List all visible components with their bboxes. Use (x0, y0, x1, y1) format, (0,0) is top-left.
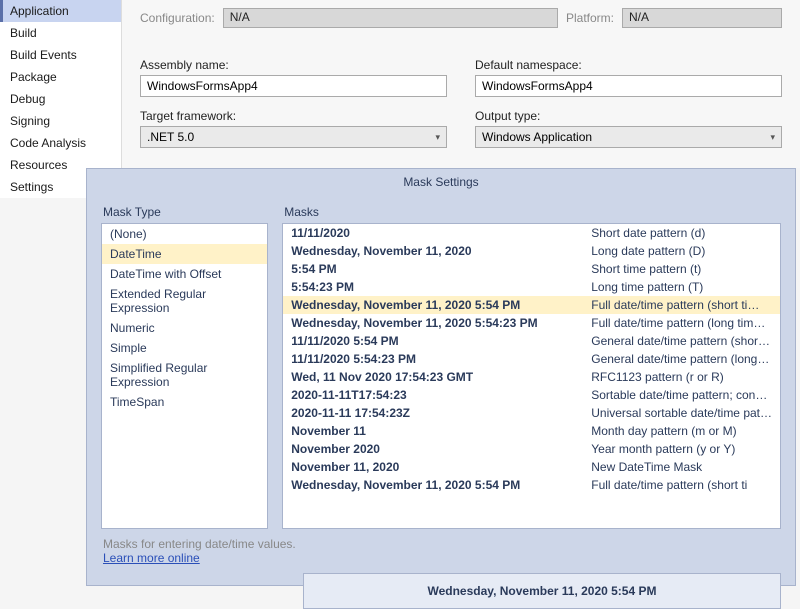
mask-sample: Wednesday, November 11, 2020 5:54 PM (291, 478, 591, 492)
mask-sample: November 11 (291, 424, 591, 438)
help-text: Masks for entering date/time values. (103, 537, 296, 551)
configuration-label: Configuration: (140, 11, 215, 25)
mask-desc: Long time pattern (T) (591, 280, 772, 294)
mask-sample: Wednesday, November 11, 2020 5:54:23 PM (291, 316, 591, 330)
mask-type-item[interactable]: (None) (102, 224, 267, 244)
chevron-down-icon: ▾ (770, 132, 775, 143)
sidebar-item-build-events[interactable]: Build Events (0, 44, 121, 66)
mask-desc: Year month pattern (y or Y) (591, 442, 772, 456)
sidebar-item-debug[interactable]: Debug (0, 88, 121, 110)
target-framework-label: Target framework: (140, 109, 447, 123)
mask-sample: Wednesday, November 11, 2020 5:54 PM (291, 298, 591, 312)
mask-type-header: Mask Type (101, 205, 268, 219)
mask-row[interactable]: November 2020Year month pattern (y or Y) (283, 440, 780, 458)
mask-preview: Wednesday, November 11, 2020 5:54 PM (303, 573, 781, 609)
assembly-name-label: Assembly name: (140, 58, 447, 72)
mask-desc: Full date/time pattern (short ti… (591, 298, 772, 312)
mask-sample: 2020-11-11 17:54:23Z (291, 406, 591, 420)
mask-row[interactable]: 5:54 PMShort time pattern (t) (283, 260, 780, 278)
mask-type-item[interactable]: Simple (102, 338, 267, 358)
mask-desc: General date/time pattern (long… (591, 352, 772, 366)
mask-sample: Wednesday, November 11, 2020 (291, 244, 591, 258)
mask-sample: 5:54 PM (291, 262, 591, 276)
chevron-down-icon: ▾ (435, 132, 440, 143)
mask-row[interactable]: Wednesday, November 11, 2020 5:54 PMFull… (283, 476, 780, 494)
masks-list[interactable]: 11/11/2020Short date pattern (d)Wednesda… (282, 223, 781, 529)
mask-row[interactable]: Wednesday, November 11, 2020Long date pa… (283, 242, 780, 260)
mask-desc: General date/time pattern (shor… (591, 334, 772, 348)
mask-sample: 11/11/2020 (291, 226, 591, 240)
mask-dialog-title: Mask Settings (87, 169, 795, 195)
mask-type-item[interactable]: TimeSpan (102, 392, 267, 412)
mask-desc: New DateTime Mask (591, 460, 772, 474)
mask-row[interactable]: November 11Month day pattern (m or M) (283, 422, 780, 440)
mask-type-item[interactable]: DateTime with Offset (102, 264, 267, 284)
mask-type-item[interactable]: Simplified Regular Expression (102, 358, 267, 392)
mask-desc: RFC1123 pattern (r or R) (591, 370, 772, 384)
mask-desc: Full date/time pattern (long tim… (591, 316, 772, 330)
mask-desc: Month day pattern (m or M) (591, 424, 772, 438)
mask-sample: November 11, 2020 (291, 460, 591, 474)
mask-row[interactable]: 5:54:23 PMLong time pattern (T) (283, 278, 780, 296)
mask-desc: Short time pattern (t) (591, 262, 772, 276)
mask-row[interactable]: 11/11/2020Short date pattern (d) (283, 224, 780, 242)
mask-row[interactable]: Wednesday, November 11, 2020 5:54 PMFull… (283, 296, 780, 314)
mask-desc: Universal sortable date/time pat… (591, 406, 772, 420)
mask-sample: 2020-11-11T17:54:23 (291, 388, 591, 402)
mask-row[interactable]: 11/11/2020 5:54 PMGeneral date/time patt… (283, 332, 780, 350)
assembly-name-input[interactable] (140, 75, 447, 97)
default-namespace-label: Default namespace: (475, 58, 782, 72)
mask-sample: November 2020 (291, 442, 591, 456)
mask-row[interactable]: Wed, 11 Nov 2020 17:54:23 GMTRFC1123 pat… (283, 368, 780, 386)
platform-select[interactable]: N/A (622, 8, 782, 28)
mask-row[interactable]: November 11, 2020New DateTime Mask (283, 458, 780, 476)
learn-more-link[interactable]: Learn more online (103, 551, 200, 565)
mask-type-item[interactable]: Numeric (102, 318, 267, 338)
mask-row[interactable]: 2020-11-11T17:54:23Sortable date/time pa… (283, 386, 780, 404)
mask-desc: Long date pattern (D) (591, 244, 772, 258)
mask-type-list[interactable]: (None)DateTimeDateTime with OffsetExtend… (101, 223, 268, 529)
mask-sample: 11/11/2020 5:54 PM (291, 334, 591, 348)
output-type-select[interactable]: Windows Application ▾ (475, 126, 782, 148)
platform-label: Platform: (566, 11, 614, 25)
default-namespace-input[interactable] (475, 75, 782, 97)
mask-desc: Sortable date/time pattern; con… (591, 388, 772, 402)
mask-desc: Short date pattern (d) (591, 226, 772, 240)
sidebar-item-application[interactable]: Application (0, 0, 121, 22)
sidebar-item-code-analysis[interactable]: Code Analysis (0, 132, 121, 154)
sidebar-item-signing[interactable]: Signing (0, 110, 121, 132)
sidebar-item-package[interactable]: Package (0, 66, 121, 88)
mask-row[interactable]: 11/11/2020 5:54:23 PMGeneral date/time p… (283, 350, 780, 368)
mask-sample: Wed, 11 Nov 2020 17:54:23 GMT (291, 370, 591, 384)
target-framework-select[interactable]: .NET 5.0 ▾ (140, 126, 447, 148)
configuration-select[interactable]: N/A (223, 8, 558, 28)
mask-sample: 5:54:23 PM (291, 280, 591, 294)
mask-settings-dialog: Mask Settings Mask Type (None)DateTimeDa… (86, 168, 796, 586)
output-type-label: Output type: (475, 109, 782, 123)
application-panel: Configuration: N/A Platform: N/A Assembl… (122, 0, 800, 168)
mask-desc: Full date/time pattern (short ti (591, 478, 772, 492)
mask-row[interactable]: Wednesday, November 11, 2020 5:54:23 PMF… (283, 314, 780, 332)
mask-sample: 11/11/2020 5:54:23 PM (291, 352, 591, 366)
mask-type-item[interactable]: DateTime (102, 244, 267, 264)
masks-header: Masks (282, 205, 781, 219)
sidebar-item-build[interactable]: Build (0, 22, 121, 44)
mask-row[interactable]: 2020-11-11 17:54:23ZUniversal sortable d… (283, 404, 780, 422)
mask-type-item[interactable]: Extended Regular Expression (102, 284, 267, 318)
